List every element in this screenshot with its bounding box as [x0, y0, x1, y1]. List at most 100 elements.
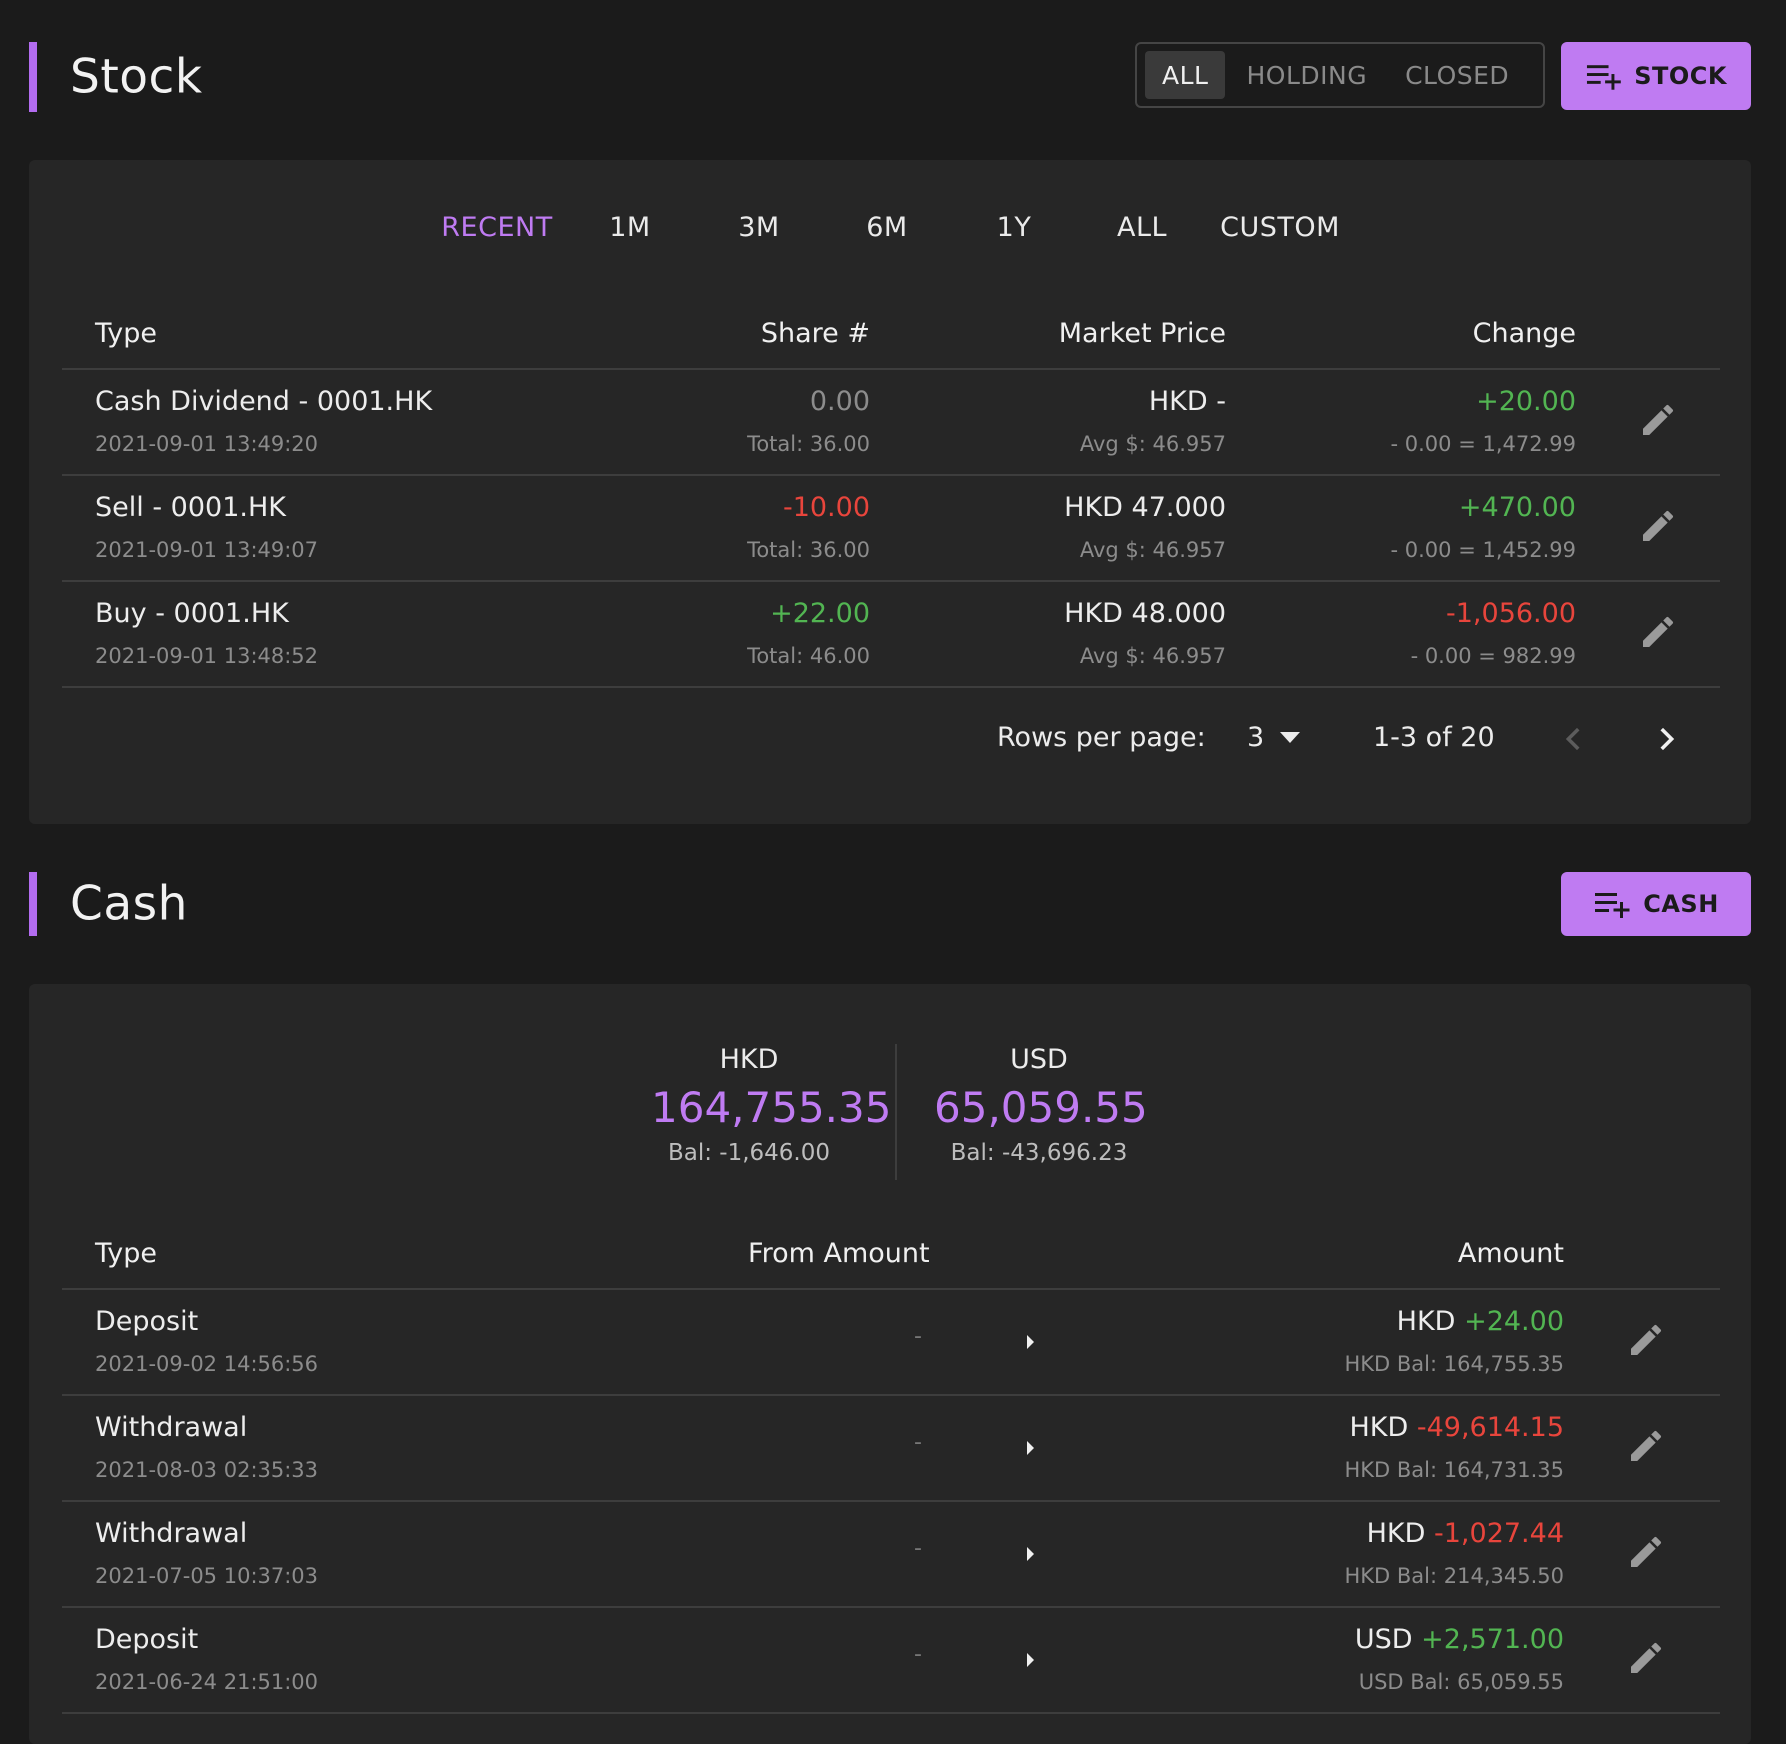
- row-date: 2021-06-24 21:51:00: [95, 1670, 319, 1694]
- filter-all-button[interactable]: ALL: [1145, 51, 1226, 99]
- row-total: Total: 46.00: [747, 644, 870, 668]
- row-shares: -10.00: [782, 492, 870, 523]
- table-row[interactable]: Buy - 0001.HK 2021-09-01 13:48:52 +22.00…: [62, 582, 1720, 688]
- rows-per-page-select[interactable]: 3: [1247, 722, 1301, 753]
- row-change-sub: - 0.00 = 1,452.99: [1390, 538, 1576, 562]
- table-row[interactable]: Withdrawal 2021-08-03 02:35:33 - HKD -49…: [62, 1396, 1720, 1502]
- row-type: Deposit: [95, 1306, 199, 1337]
- row-price: HKD -: [1148, 386, 1226, 417]
- col-type: Type: [95, 318, 158, 349]
- row-amount: HKD -1,027.44: [1367, 1518, 1564, 1549]
- row-type: Withdrawal: [95, 1518, 248, 1549]
- balance-usd: USD 65,059.55 Bal: -43,696.23: [934, 1044, 1148, 1166]
- row-avg: Avg $: 46.957: [1079, 644, 1226, 668]
- row-currency: HKD: [1366, 1518, 1426, 1549]
- row-amount-value: +2,571.00: [1421, 1624, 1564, 1655]
- row-from-amount: -: [914, 1642, 922, 1667]
- row-balance: USD Bal: 65,059.55: [1358, 1670, 1564, 1694]
- col-type: Type: [95, 1238, 158, 1269]
- chevron-right-icon[interactable]: [1649, 722, 1683, 756]
- row-change-sub: - 0.00 = 1,472.99: [1390, 432, 1576, 456]
- row-type: Deposit: [95, 1624, 199, 1655]
- col-shares: Share #: [760, 318, 870, 349]
- table-row[interactable]: Deposit 2021-09-02 14:56:56 - HKD +24.00…: [62, 1290, 1720, 1396]
- range-tab-3m[interactable]: 3M: [738, 212, 779, 243]
- balance-amount: 164,755.35: [651, 1083, 892, 1132]
- cash-table-header: Type From Amount Amount: [62, 1228, 1720, 1290]
- table-row[interactable]: Sell - 0001.HK 2021-09-01 13:49:07 -10.0…: [62, 476, 1720, 582]
- range-tab-custom[interactable]: CUSTOM: [1220, 212, 1340, 243]
- row-change: +470.00: [1458, 492, 1576, 523]
- col-from-amount: From Amount: [748, 1238, 930, 1269]
- arrow-right-icon: [1027, 1547, 1034, 1561]
- row-currency: HKD: [1349, 1412, 1409, 1443]
- chevron-left-icon[interactable]: [1557, 722, 1591, 756]
- balance-sub: Bal: -43,696.23: [950, 1140, 1128, 1166]
- row-amount-value: -1,027.44: [1434, 1518, 1564, 1549]
- row-amount: HKD +24.00: [1397, 1306, 1564, 1337]
- range-tab-all[interactable]: ALL: [1117, 212, 1167, 243]
- arrow-right-icon: [1027, 1653, 1034, 1667]
- balance-amount: 65,059.55: [934, 1083, 1148, 1132]
- cash-accent-bar: [29, 872, 37, 936]
- row-type: Withdrawal: [95, 1412, 248, 1443]
- pagination: Rows per page: 3 1-3 of 20: [29, 714, 1751, 764]
- row-amount: USD +2,571.00: [1355, 1624, 1564, 1655]
- row-from-amount: -: [914, 1430, 922, 1455]
- edit-icon[interactable]: [1638, 612, 1678, 652]
- add-stock-button[interactable]: STOCK: [1561, 42, 1751, 110]
- row-amount-value: -49,614.15: [1416, 1412, 1564, 1443]
- arrow-right-icon: [1027, 1335, 1034, 1349]
- row-shares: +22.00: [770, 598, 870, 629]
- stock-title: Stock: [70, 49, 203, 105]
- filter-holding-button[interactable]: HOLDING: [1229, 51, 1384, 99]
- row-currency: HKD: [1396, 1306, 1456, 1337]
- edit-icon[interactable]: [1626, 1532, 1666, 1572]
- cash-card: HKD 164,755.35 Bal: -1,646.00 USD 65,059…: [29, 984, 1751, 1744]
- row-type: Buy - 0001.HK: [95, 598, 289, 629]
- row-date: 2021-09-01 13:49:20: [95, 432, 319, 456]
- row-price: HKD 48.000: [1064, 598, 1226, 629]
- stock-table-header: Type Share # Market Price Change: [62, 308, 1720, 370]
- row-balance: HKD Bal: 164,755.35: [1344, 1352, 1564, 1376]
- edit-icon[interactable]: [1626, 1320, 1666, 1360]
- range-tab-1m[interactable]: 1M: [609, 212, 650, 243]
- edit-icon[interactable]: [1638, 400, 1678, 440]
- row-avg: Avg $: 46.957: [1079, 538, 1226, 562]
- row-total: Total: 36.00: [747, 432, 870, 456]
- row-total: Total: 36.00: [747, 538, 870, 562]
- edit-icon[interactable]: [1638, 506, 1678, 546]
- row-from-amount: -: [914, 1324, 922, 1349]
- balance-currency: HKD: [719, 1044, 779, 1075]
- edit-icon[interactable]: [1626, 1426, 1666, 1466]
- add-cash-label: CASH: [1643, 890, 1719, 918]
- col-amount: Amount: [1457, 1238, 1564, 1269]
- balance-currency: USD: [1010, 1044, 1068, 1075]
- table-row[interactable]: Cash Dividend - 0001.HK 2021-09-01 13:49…: [62, 370, 1720, 476]
- playlist-add-icon: [1586, 65, 1621, 90]
- row-from-amount: -: [914, 1536, 922, 1561]
- add-cash-button[interactable]: CASH: [1561, 872, 1751, 936]
- row-date: 2021-07-05 10:37:03: [95, 1564, 319, 1588]
- col-market-price: Market Price: [1058, 318, 1226, 349]
- rows-per-page-label: Rows per page:: [997, 722, 1206, 753]
- row-shares: 0.00: [809, 386, 870, 417]
- row-date: 2021-09-01 13:49:07: [95, 538, 319, 562]
- table-row[interactable]: Withdrawal 2021-07-05 10:37:03 - HKD -1,…: [62, 1502, 1720, 1608]
- add-stock-label: STOCK: [1634, 62, 1727, 90]
- table-row[interactable]: Deposit 2021-06-24 21:51:00 - USD +2,571…: [62, 1608, 1720, 1714]
- row-change-sub: - 0.00 = 982.99: [1410, 644, 1576, 668]
- range-tabs: RECENT 1M 3M 6M 1Y ALL CUSTOM: [29, 212, 1751, 252]
- cash-header: Cash CASH: [29, 872, 1751, 936]
- range-tab-recent[interactable]: RECENT: [441, 212, 552, 243]
- rows-per-page-value: 3: [1247, 722, 1265, 753]
- row-balance: HKD Bal: 214,345.50: [1344, 1564, 1564, 1588]
- row-balance: HKD Bal: 164,731.35: [1344, 1458, 1564, 1482]
- balance-hkd: HKD 164,755.35 Bal: -1,646.00: [651, 1044, 892, 1166]
- range-tab-1y[interactable]: 1Y: [997, 212, 1032, 243]
- edit-icon[interactable]: [1626, 1638, 1666, 1678]
- range-tab-6m[interactable]: 6M: [866, 212, 907, 243]
- stock-header: Stock ALL HOLDING CLOSED STOCK: [29, 42, 1751, 112]
- row-type: Sell - 0001.HK: [95, 492, 286, 523]
- filter-closed-button[interactable]: CLOSED: [1388, 51, 1526, 99]
